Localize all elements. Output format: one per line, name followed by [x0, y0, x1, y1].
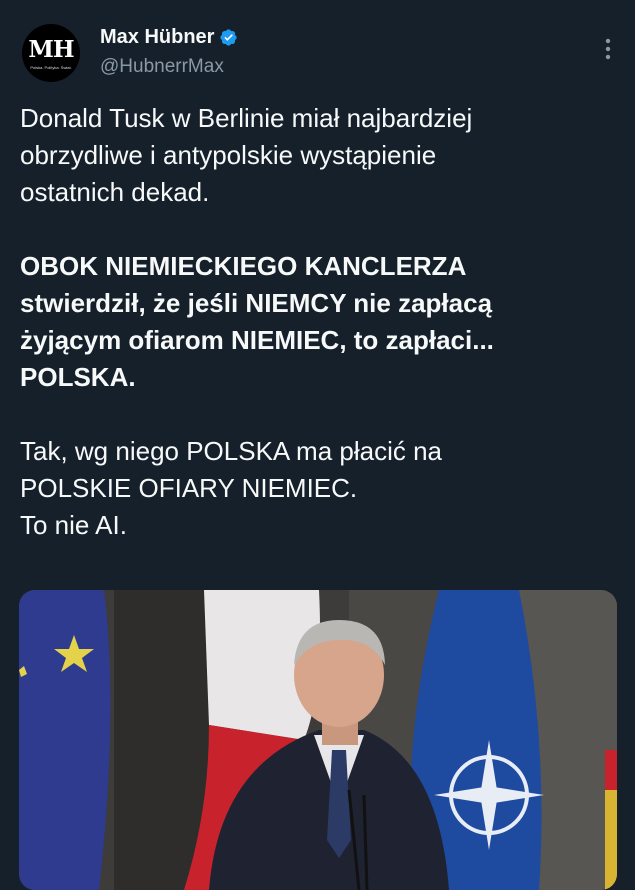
tweet-line: Tak, wg niego POLSKA ma płacić na [20, 436, 443, 466]
tweet-line: Donald Tusk w Berlinie miał najbardziej [20, 103, 473, 133]
tweet-text: Donald Tusk w Berlinie miał najbardziej … [20, 100, 620, 544]
avatar-logo: MH [28, 36, 74, 63]
tweet-media-photo[interactable] [19, 590, 617, 890]
german-flag-edge [605, 750, 617, 790]
tweet-line: żyjącym ofiarom NIEMIEC, to zapłaci... [20, 325, 494, 355]
tweet-line: ostatnich dekad. [20, 177, 210, 207]
photo-media [19, 590, 617, 890]
avatar-tagline: Polska. Polityka. Świat. [30, 65, 72, 70]
avatar[interactable]: MH Polska. Polityka. Świat. [22, 24, 80, 82]
eu-flag [19, 590, 111, 890]
german-flag-edge [605, 790, 617, 890]
tweet-header: MH Polska. Polityka. Świat. Max Hübner @… [0, 0, 635, 100]
more-vertical-icon[interactable] [605, 38, 611, 60]
tweet-paragraph: Donald Tusk w Berlinie miał najbardziej … [20, 100, 620, 211]
tweet-paragraph: Tak, wg niego POLSKA ma płacić na POLSKI… [20, 433, 620, 544]
author-name-row[interactable]: Max Hübner [100, 26, 238, 49]
tweet-line: POLSKA. [20, 362, 136, 392]
tweet-line: stwierdził, że jeśli NIEMCY nie zapłacą [20, 288, 493, 318]
author-handle[interactable]: @HubnerrMax [100, 56, 224, 78]
display-name[interactable]: Max Hübner [100, 26, 214, 49]
tweet-line: To nie AI. [20, 510, 127, 540]
tweet-line: obrzydliwe i antypolskie wystąpienie [20, 140, 437, 170]
tweet-line: OBOK NIEMIECKIEGO KANCLERZA [20, 251, 467, 281]
tweet-paragraph-bold: OBOK NIEMIECKIEGO KANCLERZA stwierdził, … [20, 248, 620, 396]
verified-badge-icon [220, 29, 238, 46]
tweet-line: POLSKIE OFIARY NIEMIEC. [20, 473, 358, 503]
